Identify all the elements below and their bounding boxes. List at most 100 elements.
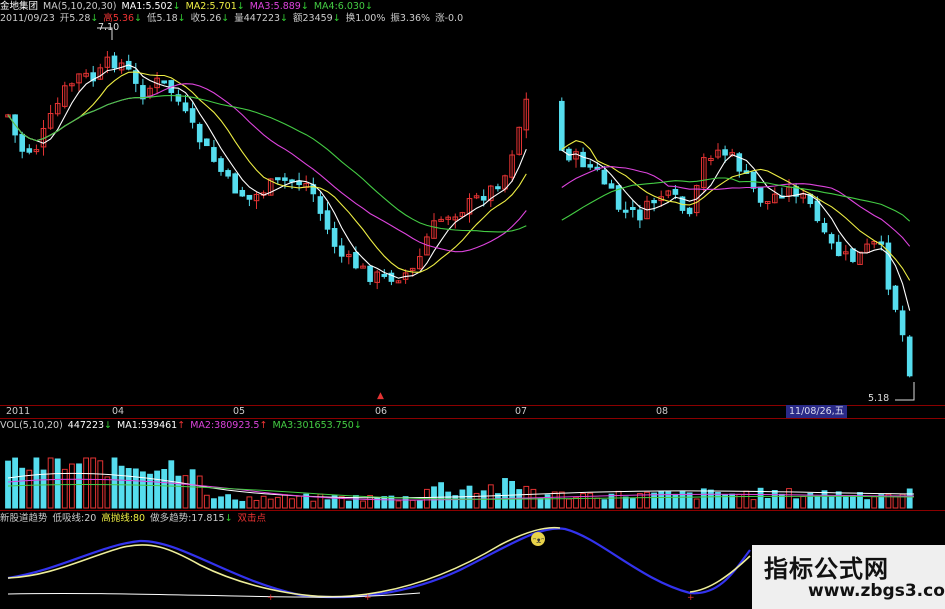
candle-body [367, 265, 373, 282]
indicator-long-trend-arrow: ↓ [224, 513, 233, 524]
time-label-08: 08 [656, 406, 669, 417]
candle-body [282, 177, 288, 181]
vol-ma2: MA2:380923.5 [190, 420, 260, 431]
volume-bar [54, 458, 61, 509]
candle-body [601, 169, 608, 185]
volume-bar [409, 499, 416, 509]
indicator-long-trend: 做多趋势:17.815 [150, 513, 225, 524]
vol-label: VOL(5,10,20) [0, 420, 63, 431]
volume-bar [19, 467, 26, 509]
volume-bar [33, 457, 40, 509]
candle-body [189, 108, 196, 123]
volume-bar [416, 500, 423, 509]
volume-bar [566, 498, 572, 509]
candle-body [750, 171, 757, 189]
candle-body [651, 199, 657, 204]
volume-bar [473, 492, 480, 509]
candle-body [140, 85, 146, 100]
volume-bar [282, 494, 288, 509]
volume-bar [906, 488, 913, 509]
volume-bar [672, 493, 679, 509]
watermark-url: www.zbgs3.com [808, 581, 945, 601]
volume-bar [125, 468, 132, 509]
volume-bar [118, 465, 125, 509]
candle-body [587, 164, 594, 168]
double-bottom-marker: + [364, 593, 372, 603]
candle-body [211, 147, 217, 162]
candle-body [246, 194, 253, 200]
vol-value-arrow: ↓ [104, 420, 113, 431]
volume-bar [771, 490, 778, 509]
volume-bar [580, 493, 587, 509]
candle-body [161, 80, 167, 84]
volume-bar [558, 491, 565, 509]
ma20-line [7, 83, 911, 253]
volume-bar [658, 490, 665, 509]
volume-bar [182, 475, 189, 509]
time-label-06: 06 [375, 406, 388, 417]
candle-body [850, 248, 856, 262]
watermark-box: 指标公式网 www.zbgs3.com [752, 545, 945, 609]
volume-bar [211, 498, 217, 509]
volume-bar [622, 496, 629, 509]
candle-body [324, 210, 331, 230]
volume-bar [452, 495, 459, 509]
indicator-double-bottom: 双击点 [237, 513, 267, 524]
candle-body [899, 310, 906, 336]
candle-body [381, 273, 388, 277]
event-marker: ▲ [377, 391, 384, 401]
candle-body [26, 148, 33, 153]
volume-bar [40, 469, 47, 509]
volume-bar [629, 498, 636, 509]
candle-body [111, 55, 118, 69]
candle-body [821, 222, 828, 233]
volume-bar [864, 499, 871, 509]
candle-body [559, 100, 565, 151]
candle-body [835, 241, 842, 257]
indicator-name: 新股道趋势 [0, 513, 48, 524]
volume-bar [395, 500, 402, 509]
ma30-line [7, 94, 911, 233]
candle-body [906, 336, 913, 377]
volume-bar [90, 457, 97, 509]
volume-bar [196, 475, 203, 509]
volume-bar [800, 496, 807, 509]
volume-bar [828, 496, 835, 509]
vol-ma1: MA1:539461 [117, 420, 178, 431]
time-label-05: 05 [233, 406, 246, 417]
volume-bar [189, 469, 196, 509]
vol-value: 447223 [67, 420, 105, 431]
candle-body [239, 189, 246, 197]
time-label-04: 04 [112, 406, 125, 417]
volume-bar [487, 484, 494, 509]
indicator-low-absorb: 低吸线:20 [52, 513, 97, 524]
vol-ma2-arrow: ↑ [259, 420, 268, 431]
volume-bar [857, 492, 863, 509]
volume-bar [587, 492, 594, 509]
smiley-face: ᵔᴥᵔ [533, 536, 544, 545]
volume-bar [232, 499, 239, 509]
volume-bar [225, 494, 231, 509]
volume-bar [700, 488, 707, 509]
watermark-title: 指标公式网 [764, 555, 889, 583]
volume-panel-bottom-border [0, 510, 945, 511]
candle-body [338, 245, 345, 257]
volume-bar [331, 495, 338, 509]
candle-body [814, 200, 821, 222]
volume-bar [253, 499, 260, 509]
volume-bar [743, 490, 750, 509]
volume-bar [693, 498, 700, 509]
volume-bar [310, 500, 317, 509]
candle-body [580, 151, 586, 168]
volume-bar [218, 496, 224, 509]
indicator-header: 新股道趋势 低吸线:20 高抛线:80 做多趋势:17.815↓ 双击点 [0, 513, 271, 525]
cursor-date-tag: 11/08/26,五 [786, 405, 848, 418]
volume-bar [438, 482, 445, 509]
candle-body [225, 170, 231, 177]
double-bottom-marker: + [687, 593, 695, 603]
volume-bar [871, 496, 878, 509]
volume-bar [203, 494, 210, 509]
time-label-07: 07 [515, 406, 528, 417]
volume-bar [132, 468, 139, 509]
candle-body [722, 149, 728, 156]
